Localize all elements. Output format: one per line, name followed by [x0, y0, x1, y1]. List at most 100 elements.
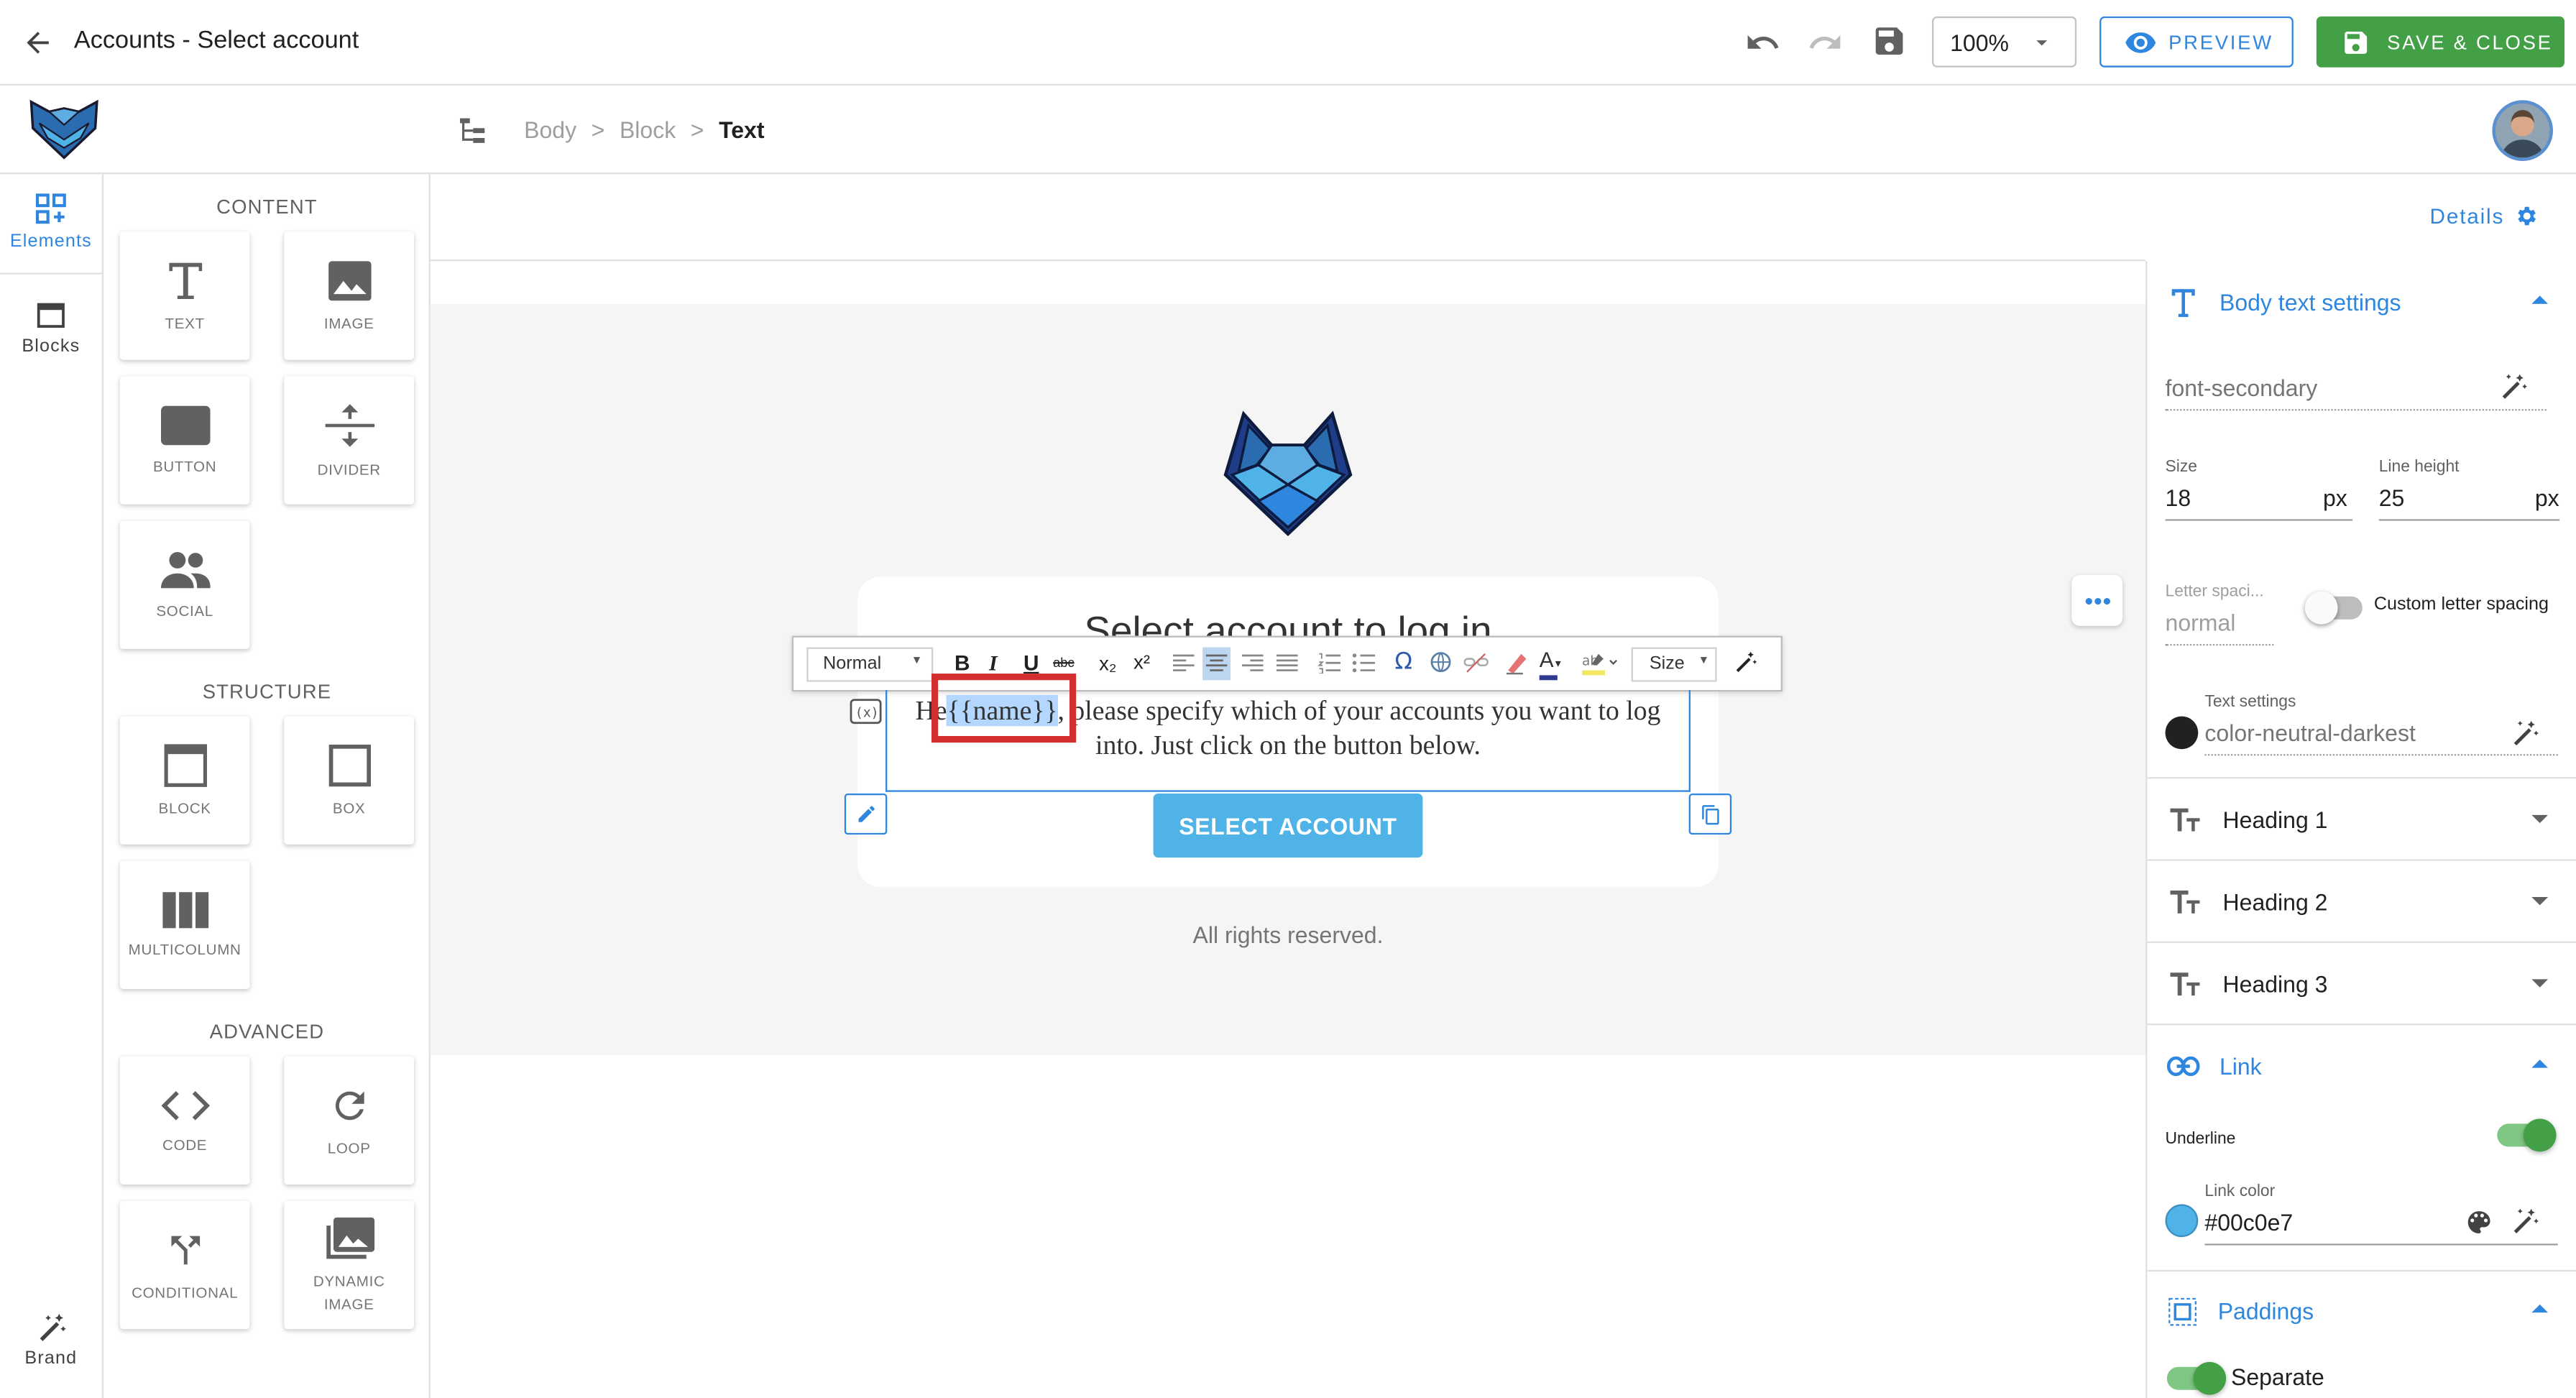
canvas-header: Details: [430, 174, 2536, 262]
letter-spacing-input[interactable]: normal: [2165, 606, 2274, 646]
box-tile[interactable]: BOX: [284, 716, 414, 845]
strikethrough-button[interactable]: abc: [1053, 656, 1074, 671]
top-bar: Accounts - Select account 100% PREVIEW S…: [0, 0, 2576, 86]
link-globe-icon[interactable]: [1430, 650, 1454, 675]
magic-wand-icon[interactable]: [1733, 650, 1757, 675]
underline-button[interactable]: U: [1024, 650, 1039, 675]
highlight-color-icon[interactable]: ab: [1582, 650, 1618, 677]
avatar[interactable]: [2492, 100, 2553, 161]
font-size-value: Size: [1649, 653, 1685, 674]
save-close-button[interactable]: SAVE & CLOSE: [2316, 16, 2564, 68]
body-text-rest: , please specify which of your accounts …: [1057, 694, 1661, 727]
rail-divider: [0, 272, 102, 275]
more-options-button[interactable]: [2071, 574, 2123, 626]
paddings-header[interactable]: Paddings: [2147, 1270, 2576, 1352]
save-icon[interactable]: [1871, 23, 1907, 59]
heading-3-header[interactable]: Heading 3: [2147, 943, 2576, 1026]
font-field[interactable]: font-secondary: [2165, 369, 2547, 411]
tree-structure-icon[interactable]: [459, 116, 488, 144]
text-color-swatch[interactable]: [2165, 716, 2199, 750]
format-select[interactable]: Normal ▾: [806, 647, 934, 682]
link-color-input[interactable]: #00c0e7: [2204, 1204, 2558, 1246]
magic-wand-icon[interactable]: [2499, 373, 2529, 403]
magic-wand-icon[interactable]: [2511, 719, 2540, 749]
image-tile[interactable]: IMAGE: [284, 231, 414, 360]
numbered-list-icon[interactable]: [1317, 652, 1341, 674]
line-height-value: 25: [2378, 484, 2405, 511]
rail-blocks-label: Blocks: [22, 336, 80, 357]
line-height-input[interactable]: 25 px: [2378, 482, 2560, 521]
edit-block-button[interactable]: [844, 793, 888, 835]
align-right-icon[interactable]: [1241, 654, 1264, 673]
font-size-select[interactable]: Size ▾: [1631, 647, 1717, 682]
divider-tile[interactable]: DIVIDER: [284, 376, 414, 505]
block-tile[interactable]: BLOCK: [119, 716, 250, 845]
redo-icon[interactable]: [1807, 24, 1843, 60]
elements-grid-icon: [33, 190, 69, 226]
elements-palette: CONTENT TEXT IMAGE BUTTON DIVIDER SOCIAL…: [104, 174, 431, 1398]
variable-insert-icon[interactable]: (x): [850, 698, 883, 725]
heading-1-label: Heading 1: [2222, 806, 2328, 832]
palette-icon[interactable]: [2465, 1208, 2494, 1237]
heading-2-header[interactable]: Heading 2: [2147, 861, 2576, 943]
magic-wand-icon[interactable]: [2511, 1208, 2540, 1237]
social-tile[interactable]: SOCIAL: [119, 520, 250, 649]
align-left-icon[interactable]: [1172, 654, 1195, 673]
details-label: Details: [2429, 203, 2505, 229]
code-tile-label: CODE: [162, 1136, 208, 1154]
separate-toggle[interactable]: [2166, 1361, 2227, 1395]
underline-toggle[interactable]: [2497, 1118, 2557, 1152]
align-center-icon[interactable]: [1202, 647, 1230, 681]
special-char-button[interactable]: Ω: [1395, 649, 1412, 676]
dynamic-image-tile[interactable]: DYNAMIC IMAGE: [284, 1200, 414, 1330]
bold-button[interactable]: B: [954, 650, 970, 675]
unlink-icon[interactable]: [1463, 652, 1489, 673]
text-color-button[interactable]: A ▾: [1540, 648, 1561, 672]
size-value: 18: [2165, 484, 2191, 511]
text-tile[interactable]: TEXT: [119, 231, 250, 360]
zoom-select[interactable]: 100%: [1931, 16, 2077, 68]
save-icon: [2341, 27, 2370, 57]
conditional-tile[interactable]: CONDITIONAL: [119, 1200, 250, 1330]
size-input[interactable]: 18 px: [2165, 482, 2353, 521]
text-color-field[interactable]: color-neutral-darkest: [2204, 714, 2558, 756]
details-button[interactable]: Details: [2429, 203, 2539, 229]
link-header[interactable]: Link: [2147, 1025, 2576, 1107]
rail-elements[interactable]: Elements: [0, 190, 102, 252]
text-tile-label: TEXT: [165, 315, 205, 332]
rail-blocks[interactable]: Blocks: [0, 299, 102, 357]
duplicate-block-button[interactable]: [1688, 793, 1732, 835]
superscript-button[interactable]: x²: [1133, 650, 1150, 673]
multicolumn-tile[interactable]: MULTICOLUMN: [119, 860, 250, 989]
loop-tile[interactable]: LOOP: [284, 1056, 414, 1185]
breadcrumb-body[interactable]: Body: [524, 116, 576, 143]
back-arrow-icon[interactable]: [22, 27, 55, 60]
bullet-list-icon[interactable]: [1352, 652, 1376, 673]
link-color-swatch[interactable]: [2165, 1204, 2199, 1238]
size-unit: px: [2322, 484, 2347, 511]
custom-letter-spacing-toggle[interactable]: [2304, 591, 2363, 625]
heading-1-header[interactable]: Heading 1: [2147, 778, 2576, 861]
preview-button[interactable]: PREVIEW: [2099, 16, 2294, 68]
loop-refresh-icon: [328, 1085, 370, 1127]
body-text-settings-header[interactable]: Body text settings: [2147, 261, 2576, 343]
breadcrumb-block[interactable]: Block: [620, 116, 676, 143]
box-icon: [328, 744, 370, 787]
link-color-label: Link color: [2204, 1182, 2276, 1201]
dynamic-image-label-2: IMAGE: [323, 1296, 374, 1313]
undo-icon[interactable]: [1744, 24, 1780, 60]
image-tile-label: IMAGE: [323, 315, 374, 332]
padding-grid-icon: [2168, 1297, 2196, 1325]
rail-brand[interactable]: Brand: [0, 1311, 102, 1369]
heading-tt-icon: [2170, 889, 2200, 913]
text-color-value: color-neutral-darkest: [2204, 719, 2416, 746]
letter-spacing-label: Letter spaci...: [2165, 583, 2264, 602]
button-tile[interactable]: BUTTON: [119, 376, 250, 505]
block-tile-label: BLOCK: [158, 800, 211, 817]
more-horizontal-icon: [2084, 596, 2110, 606]
clear-format-icon[interactable]: [1505, 650, 1528, 675]
code-tile[interactable]: CODE: [119, 1056, 250, 1185]
subscript-button[interactable]: x₂: [1099, 652, 1116, 675]
align-justify-icon[interactable]: [1276, 654, 1298, 673]
select-account-button[interactable]: SELECT ACCOUNT: [1153, 793, 1423, 858]
